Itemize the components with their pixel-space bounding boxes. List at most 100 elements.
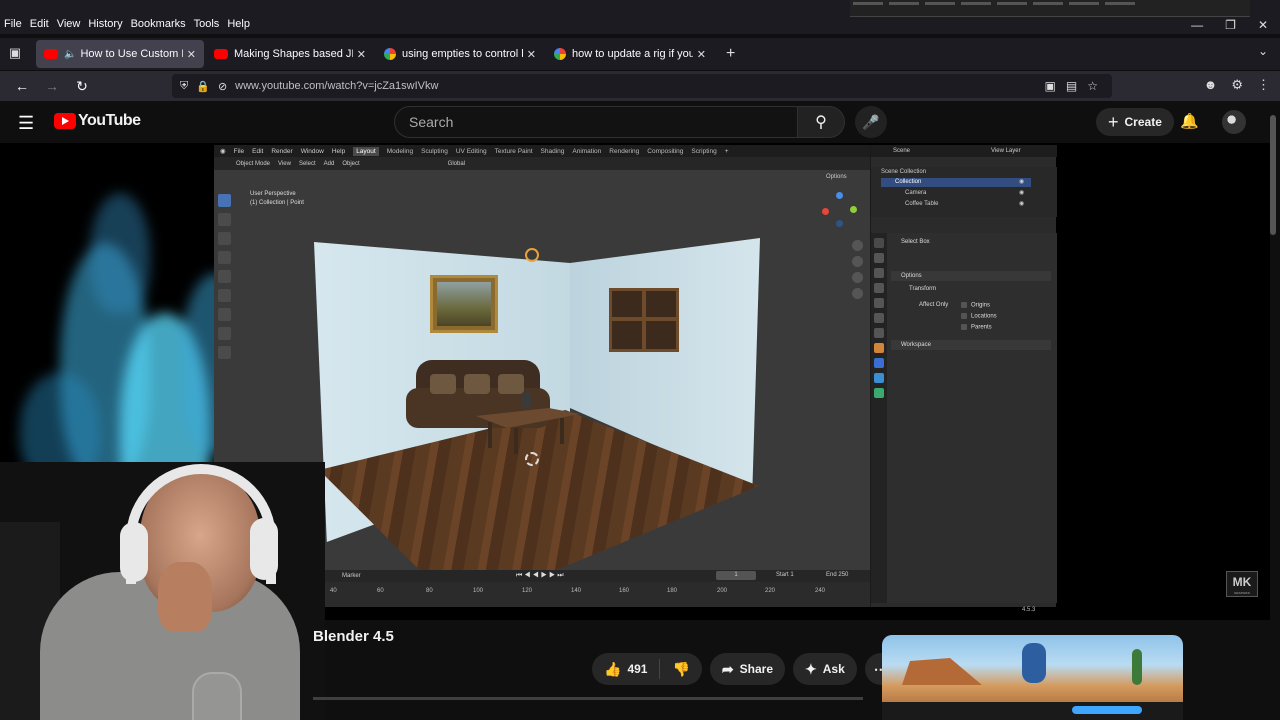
chevron-down-icon[interactable]: ⌄	[1258, 44, 1268, 58]
menu-tools[interactable]: Tools	[194, 18, 220, 30]
sidebar-ad[interactable]	[882, 635, 1183, 720]
bookmark-star-icon[interactable]: ☆	[1087, 79, 1098, 93]
visibility-eye-icon[interactable]: ◉	[1019, 189, 1024, 196]
menu-bookmarks[interactable]: Bookmarks	[131, 18, 186, 30]
tab-3[interactable]: how to update a rig if you alrea ✕	[546, 40, 714, 68]
object-tab-icon[interactable]	[874, 343, 884, 353]
timeline-marker-menu[interactable]: Marker	[342, 573, 361, 579]
workspace-tab-modeling[interactable]: Modeling	[387, 148, 413, 155]
transform-orientation-dropdown[interactable]: Global	[448, 161, 465, 167]
blender-menu-render[interactable]: Render	[271, 148, 292, 155]
page-scrollbar[interactable]	[1270, 115, 1276, 235]
output-tab-icon[interactable]	[874, 268, 884, 278]
select-box-tool-icon[interactable]	[218, 194, 231, 207]
world-tab-icon[interactable]	[874, 313, 884, 323]
close-icon[interactable]: ✕	[1258, 18, 1268, 32]
rotate-tool-icon[interactable]	[218, 251, 231, 264]
view-layer-selector[interactable]: View Layer	[991, 148, 1021, 154]
viewport-menu-view[interactable]: View	[278, 161, 291, 167]
view-layer-tab-icon[interactable]	[874, 283, 884, 293]
workspace-tab-animation[interactable]: Animation	[572, 148, 601, 155]
workspace-tab-scripting[interactable]: Scripting	[691, 148, 716, 155]
vase-object[interactable]	[521, 392, 531, 408]
menu-file[interactable]: File	[4, 18, 22, 30]
grid-view-icon[interactable]	[852, 288, 863, 299]
picture-icon[interactable]: ▣	[1045, 79, 1056, 93]
workspace-tab-uv-editing[interactable]: UV Editing	[456, 148, 487, 155]
new-tab-icon[interactable]: +	[726, 45, 735, 63]
transform-subpanel[interactable]: Transform	[909, 286, 936, 292]
blender-menu-window[interactable]: Window	[301, 148, 324, 155]
workspace-tab-rendering[interactable]: Rendering	[609, 148, 639, 155]
visibility-eye-icon[interactable]: ◉	[1019, 200, 1024, 207]
measure-tool-icon[interactable]	[218, 327, 231, 340]
app-menu-icon[interactable]: ⋮	[1257, 77, 1270, 93]
scene-tab-icon[interactable]	[874, 298, 884, 308]
close-tab-icon[interactable]: ✕	[187, 48, 196, 61]
menu-history[interactable]: History	[88, 18, 122, 30]
menu-help[interactable]: Help	[227, 18, 250, 30]
avatar[interactable]	[1222, 110, 1246, 134]
locations-checkbox[interactable]: Locations	[961, 313, 997, 320]
tab-1[interactable]: Making Shapes based JIGGLE C ✕	[206, 40, 374, 68]
blender-menu-help[interactable]: Help	[332, 148, 345, 155]
minimize-icon[interactable]: —	[1191, 18, 1203, 32]
viewport-menu-select[interactable]: Select	[299, 161, 316, 167]
voice-search-button[interactable]: 🎤	[855, 106, 887, 138]
modifier-tab-icon[interactable]	[874, 358, 884, 368]
tool-tab-icon[interactable]	[874, 238, 884, 248]
outliner-item-camera[interactable]: Camera	[905, 190, 926, 196]
blender-menu-file[interactable]: File	[234, 148, 244, 155]
workspace-tab-compositing[interactable]: Compositing	[647, 148, 683, 155]
physics-tab-icon[interactable]	[874, 373, 884, 383]
blender-menu-edit[interactable]: Edit	[252, 148, 263, 155]
cursor-tool-icon[interactable]	[218, 213, 231, 226]
url-bar[interactable]: ⛨ 🔒 ⊘ www.youtube.com/watch?v=jcZa1swIVk…	[172, 74, 1112, 98]
ask-button[interactable]: ✦ Ask	[793, 653, 857, 685]
parents-checkbox[interactable]: Parents	[961, 324, 992, 331]
reload-icon[interactable]: ↻	[70, 78, 94, 95]
share-button[interactable]: ➦ Share	[709, 653, 785, 685]
search-input[interactable]: Search	[394, 106, 798, 138]
url-text[interactable]: www.youtube.com/watch?v=jcZa1swIVkw	[235, 80, 438, 92]
hamburger-menu-icon[interactable]: ☰	[18, 113, 34, 134]
playback-controls[interactable]: ⏮◀◀▶▶⏭	[516, 572, 566, 580]
reader-icon[interactable]: ▤	[1066, 79, 1077, 93]
viewport-menu-object[interactable]: Object	[342, 161, 359, 167]
shield-icon[interactable]: ⛨	[180, 80, 188, 93]
account-icon[interactable]: ☻	[1204, 77, 1218, 93]
visibility-eye-icon[interactable]: ◉	[1019, 178, 1024, 185]
menu-edit[interactable]: Edit	[30, 18, 49, 30]
workspace-tab-sculpting[interactable]: Sculpting	[421, 148, 448, 155]
camera-view-icon[interactable]	[852, 272, 863, 283]
tab-0[interactable]: 🔈 How to Use Custom Proper ✕	[36, 40, 204, 68]
search-button[interactable]: ⚲	[797, 106, 845, 138]
options-panel[interactable]: Options	[901, 273, 922, 279]
viewport-menu-add[interactable]: Add	[324, 161, 335, 167]
painting-object[interactable]	[430, 275, 498, 333]
workspace-tab-shading[interactable]: Shading	[541, 148, 565, 155]
outliner-scene-collection[interactable]: Scene Collection	[881, 169, 926, 175]
point-light-icon[interactable]	[525, 248, 539, 262]
add-workspace-icon[interactable]: +	[725, 148, 729, 155]
move-tool-icon[interactable]	[218, 232, 231, 245]
tab-overview-icon[interactable]: ▣	[6, 45, 24, 63]
add-cube-tool-icon[interactable]	[218, 346, 231, 359]
maximize-icon[interactable]: ❐	[1225, 18, 1236, 32]
youtube-logo[interactable]: YouTube	[54, 112, 141, 130]
close-tab-icon[interactable]: ✕	[357, 48, 366, 61]
permissions-icon[interactable]: ⊘	[218, 80, 227, 93]
tab-2[interactable]: using empties to control bones ✕	[376, 40, 544, 68]
transform-tool-icon[interactable]	[218, 289, 231, 302]
scale-tool-icon[interactable]	[218, 270, 231, 283]
channel-watermark[interactable]: MK GRAPHICS	[1226, 571, 1258, 597]
workspace-panel[interactable]: Workspace	[901, 342, 931, 348]
object-mode-dropdown[interactable]: Object Mode	[236, 161, 270, 167]
dislike-button[interactable]: 👎	[660, 661, 701, 678]
outliner-collection[interactable]: Collection	[895, 179, 921, 185]
constraint-tab-icon[interactable]	[874, 388, 884, 398]
notifications-bell-icon[interactable]: 🔔	[1180, 112, 1199, 130]
zoom-icon[interactable]	[852, 240, 863, 251]
outliner-item-coffee-table[interactable]: Coffee Table	[905, 201, 938, 207]
viewport-options-dropdown[interactable]: Options	[826, 174, 847, 180]
